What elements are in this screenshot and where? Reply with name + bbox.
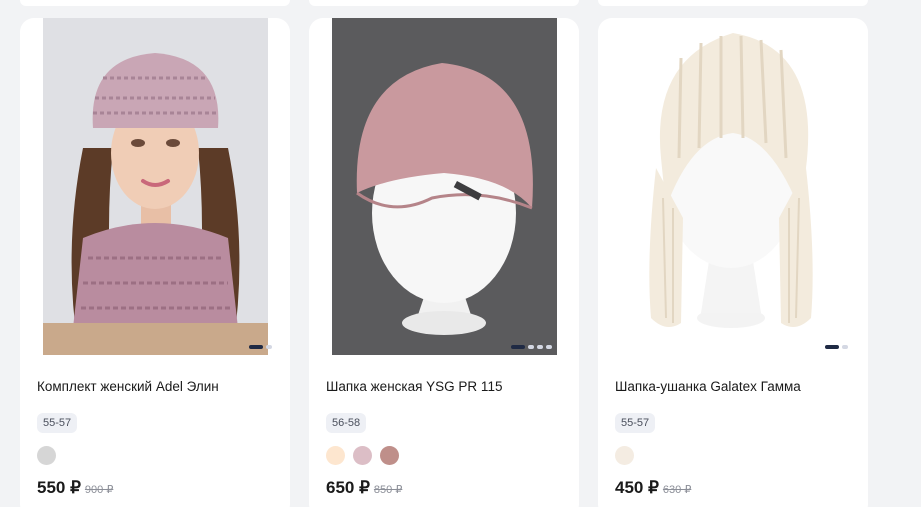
product-title[interactable]: Шапка женская YSG PR 115	[326, 379, 569, 395]
product-image	[332, 18, 557, 355]
image-dot[interactable]	[511, 345, 525, 349]
color-options	[37, 446, 56, 465]
product-photo[interactable]	[43, 18, 268, 355]
product-title[interactable]: Шапка-ушанка Galatex Гамма	[615, 379, 858, 395]
product-image	[43, 18, 268, 355]
image-dot[interactable]	[842, 345, 848, 349]
size-badge: 56-58	[326, 413, 367, 433]
price-block: 450 ₽ 630 ₽	[615, 478, 691, 498]
color-swatch[interactable]	[37, 446, 56, 465]
image-pagination[interactable]	[249, 345, 272, 349]
image-pagination[interactable]	[511, 345, 552, 349]
color-swatch[interactable]	[380, 446, 399, 465]
size-badge: 55-57	[615, 413, 656, 433]
image-pagination[interactable]	[825, 345, 848, 349]
image-dot[interactable]	[266, 345, 272, 349]
color-options	[326, 446, 399, 465]
product-photo[interactable]	[621, 18, 846, 355]
product-card[interactable]: Шапка-ушанка Galatex Гамма 55-57 450 ₽ 6…	[598, 18, 868, 507]
previous-row-card-edge	[598, 0, 868, 6]
size-badge: 55-57	[37, 413, 78, 433]
color-options	[615, 446, 634, 465]
color-swatch[interactable]	[615, 446, 634, 465]
product-title[interactable]: Комплект женский Adel Элин	[37, 379, 280, 395]
image-dot[interactable]	[546, 345, 552, 349]
product-card[interactable]: Шапка женская YSG PR 115 56-58 650 ₽ 850…	[309, 18, 579, 507]
image-dot[interactable]	[249, 345, 263, 349]
current-price: 650 ₽	[326, 478, 370, 497]
price-block: 550 ₽ 900 ₽	[37, 478, 113, 498]
old-price: 850 ₽	[373, 484, 403, 496]
image-dot[interactable]	[825, 345, 839, 349]
image-dot[interactable]	[528, 345, 534, 349]
product-photo[interactable]	[332, 18, 557, 355]
color-swatch[interactable]	[353, 446, 372, 465]
product-image	[621, 18, 846, 355]
previous-row-card-edge	[20, 0, 290, 6]
color-swatch[interactable]	[326, 446, 345, 465]
old-price: 900 ₽	[84, 484, 114, 496]
old-price: 630 ₽	[662, 484, 692, 496]
previous-row-card-edge	[309, 0, 579, 6]
product-grid: Комплект женский Adel Элин 55-57 550 ₽ 9…	[0, 0, 921, 507]
product-card[interactable]: Комплект женский Adel Элин 55-57 550 ₽ 9…	[20, 18, 290, 507]
current-price: 550 ₽	[37, 478, 81, 497]
current-price: 450 ₽	[615, 478, 659, 497]
price-block: 650 ₽ 850 ₽	[326, 478, 402, 498]
image-dot[interactable]	[537, 345, 543, 349]
